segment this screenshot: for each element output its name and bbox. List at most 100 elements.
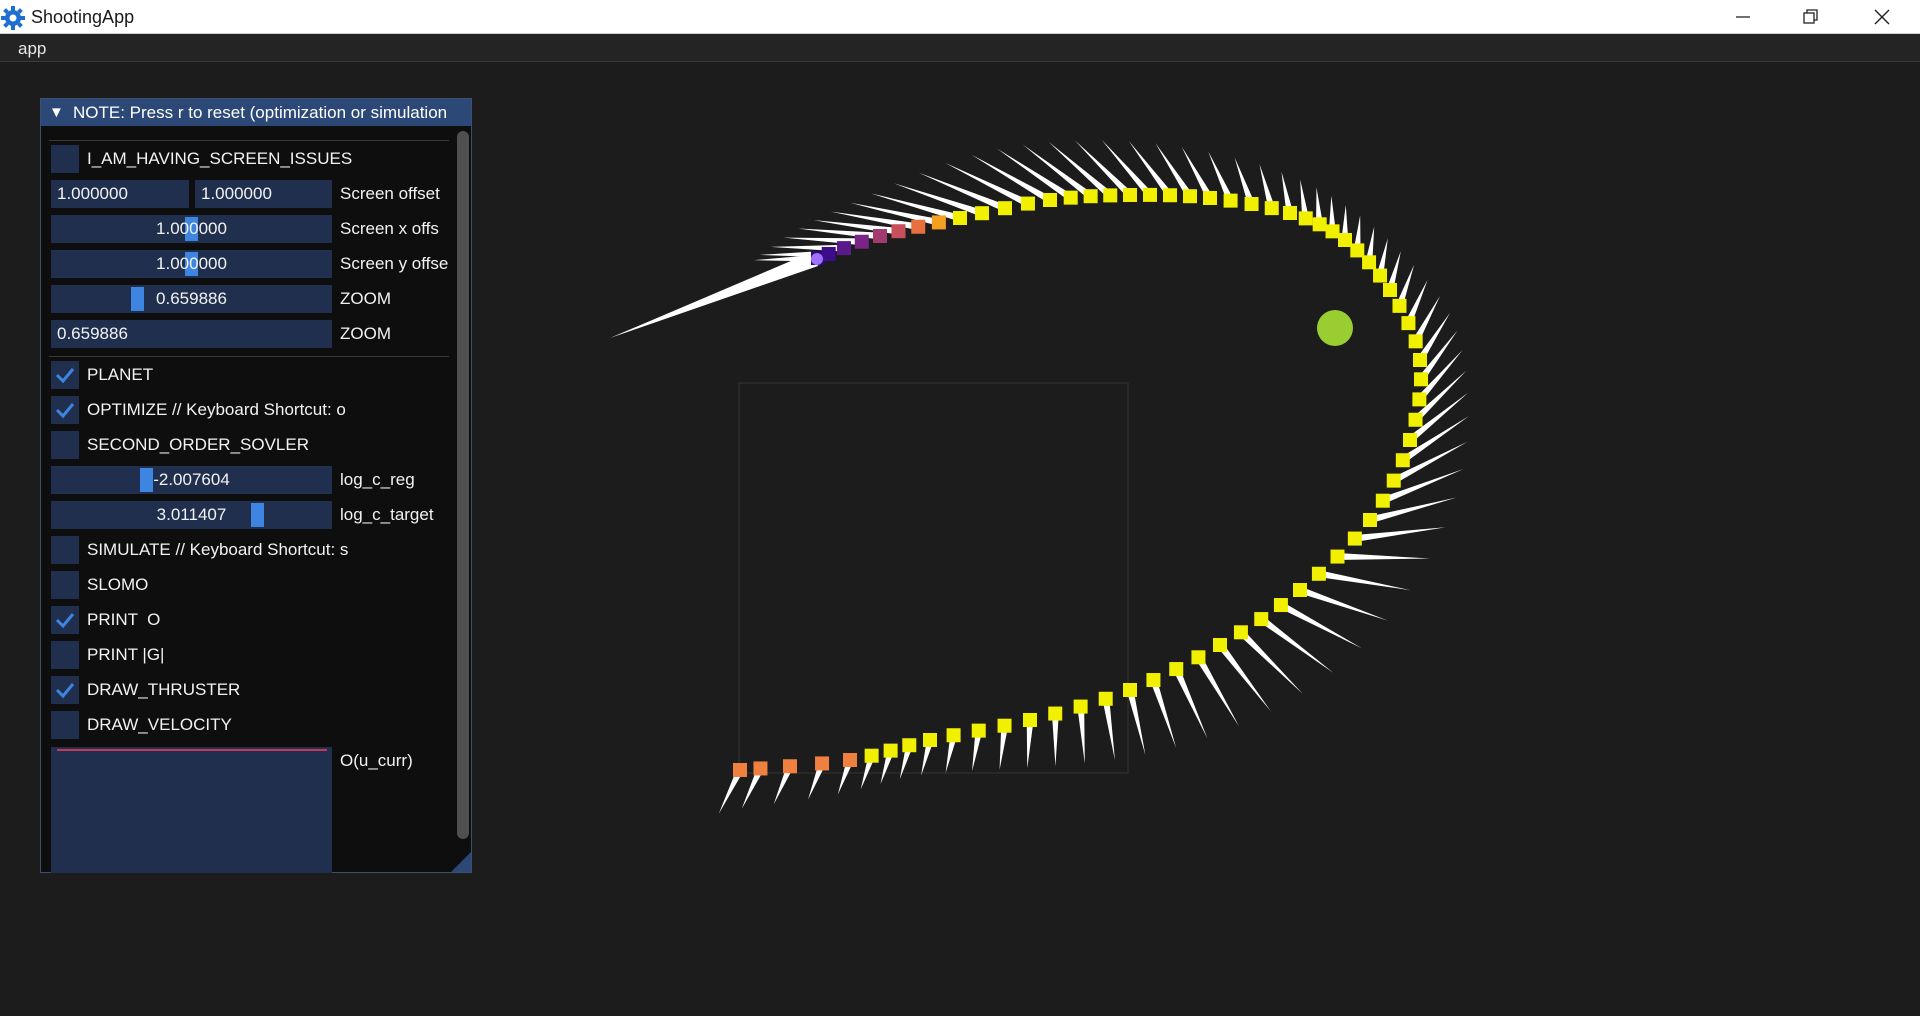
trajectory-node xyxy=(1244,197,1259,211)
panel-header[interactable]: ▼ NOTE: Press r to reset (optimization o… xyxy=(41,99,471,126)
trajectory-node xyxy=(1330,549,1345,564)
log-c-reg-row: -2.007604 log_c_reg xyxy=(51,466,451,494)
checkmark-icon xyxy=(55,683,75,699)
draw-thruster-checkbox[interactable] xyxy=(51,676,79,704)
screen-issues-row: I_AM_HAVING_SCREEN_ISSUES xyxy=(51,145,451,173)
trajectory-node xyxy=(821,246,836,261)
trajectory-node xyxy=(911,219,926,234)
optimize-checkbox[interactable] xyxy=(51,396,79,424)
trajectory-node xyxy=(998,201,1012,216)
plot-line xyxy=(57,749,327,751)
trajectory-node xyxy=(1401,316,1416,331)
plot-label: O(u_curr) xyxy=(340,751,413,770)
trajectory-node xyxy=(971,723,986,738)
trajectory-node xyxy=(1143,187,1157,202)
thruster-spike xyxy=(783,237,865,246)
log-c-reg-slider[interactable]: -2.007604 xyxy=(51,466,332,494)
print-g-checkbox[interactable] xyxy=(51,641,79,669)
trajectory-node xyxy=(1163,188,1177,203)
trajectory-node xyxy=(1362,255,1377,270)
thruster-spike xyxy=(1149,679,1177,748)
panel-scrollbar[interactable] xyxy=(455,129,471,871)
draw-velocity-checkbox[interactable] xyxy=(51,711,79,739)
trajectory-node xyxy=(1273,598,1288,613)
trajectory-node xyxy=(946,728,961,743)
close-icon xyxy=(1874,9,1890,25)
trajectory-node xyxy=(997,718,1012,733)
second-order-label: SECOND_ORDER_SOVLER xyxy=(87,435,310,454)
slomo-row: SLOMO xyxy=(51,571,451,599)
gear-icon xyxy=(1,6,25,30)
screen-y-offset-row: 1.000000 Screen y offse xyxy=(51,250,451,278)
trajectory-node xyxy=(1123,683,1137,697)
window-titlebar: ShootingApp xyxy=(0,0,1920,34)
trajectory-node xyxy=(1233,625,1248,640)
objective-plot[interactable] xyxy=(51,747,332,873)
trajectory-node xyxy=(1043,193,1057,207)
trajectory-node xyxy=(733,763,747,777)
zoom-input[interactable]: 0.659886 xyxy=(51,320,332,348)
trajectory-node xyxy=(953,211,967,225)
trajectory-node xyxy=(1414,372,1429,387)
screen-y-offset-slider[interactable]: 1.000000 xyxy=(51,250,332,278)
trajectory-node xyxy=(1264,201,1279,216)
screen-issues-checkbox[interactable] xyxy=(51,145,79,173)
draw-velocity-row: DRAW_VELOCITY xyxy=(51,711,451,739)
trajectory-node xyxy=(1312,217,1327,232)
window-title: ShootingApp xyxy=(31,7,135,27)
trajectory-node xyxy=(1373,268,1388,283)
planet-label: PLANET xyxy=(87,365,154,384)
trajectory-node xyxy=(837,241,851,256)
simulate-checkbox[interactable] xyxy=(51,536,79,564)
print-o-label: PRINT O xyxy=(87,610,161,629)
close-button[interactable] xyxy=(1849,0,1915,34)
simulate-label: SIMULATE // Keyboard Shortcut: s xyxy=(87,540,349,559)
trajectory-node xyxy=(1073,699,1088,714)
trajectory-node xyxy=(1311,566,1326,581)
trajectory-node xyxy=(753,761,768,776)
trajectory-node xyxy=(1123,188,1137,202)
trajectory-node xyxy=(931,215,946,230)
trajectory-node xyxy=(1392,298,1407,313)
log-c-target-slider[interactable]: 3.011407 xyxy=(51,501,332,529)
screen-offset-y-input[interactable]: 1.000000 xyxy=(195,180,332,208)
separator xyxy=(49,140,449,141)
trajectory-node xyxy=(1063,190,1078,205)
trajectory-node xyxy=(1203,191,1217,205)
trajectory-node xyxy=(1408,412,1423,427)
second-order-checkbox[interactable] xyxy=(51,431,79,459)
screen-x-offset-row: 1.000000 Screen x offs xyxy=(51,215,451,243)
main-menubar: app xyxy=(0,34,1920,62)
zoom-slider-row: 0.659886 ZOOM xyxy=(51,285,451,313)
restore-button[interactable] xyxy=(1778,0,1844,34)
trajectory-node xyxy=(1293,583,1307,597)
panel-title: NOTE: Press r to reset (optimization or … xyxy=(73,103,448,122)
thruster-spike xyxy=(1194,657,1240,727)
trajectory-node xyxy=(891,224,906,239)
optimize-row: OPTIMIZE // Keyboard Shortcut: o xyxy=(51,396,451,424)
screen-offset-x-input[interactable]: 1.000000 xyxy=(51,180,189,208)
print-g-row: PRINT |G| xyxy=(51,641,451,669)
trajectory-node xyxy=(1403,433,1417,447)
thruster-spike xyxy=(1335,553,1431,560)
resize-grip[interactable] xyxy=(451,852,471,872)
minimize-button[interactable] xyxy=(1710,0,1776,34)
menu-app[interactable]: app xyxy=(18,39,46,59)
draw-thruster-label: DRAW_THRUSTER xyxy=(87,680,241,699)
scrollbar-thumb[interactable] xyxy=(457,131,469,839)
draw-velocity-label: DRAW_VELOCITY xyxy=(87,715,232,734)
zoom-input-row: 0.659886 ZOOM xyxy=(51,320,451,348)
trajectory-node xyxy=(864,748,879,763)
print-o-checkbox[interactable] xyxy=(51,606,79,634)
planet-checkbox[interactable] xyxy=(51,361,79,389)
minimize-icon xyxy=(1736,16,1750,18)
trajectory-node xyxy=(1098,691,1113,706)
trajectory-node xyxy=(1169,662,1184,677)
zoom-slider[interactable]: 0.659886 xyxy=(51,285,332,313)
slomo-checkbox[interactable] xyxy=(51,571,79,599)
trajectory-node xyxy=(1408,334,1423,349)
screen-x-offset-slider[interactable]: 1.000000 xyxy=(51,215,332,243)
trajectory-node xyxy=(1413,353,1427,367)
target-box xyxy=(738,382,1129,774)
restore-icon xyxy=(1803,9,1818,24)
